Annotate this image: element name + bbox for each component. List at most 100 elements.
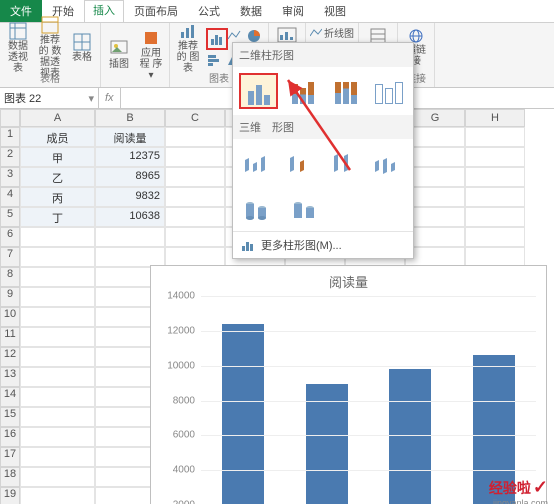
sparkline-line[interactable]: 折线图 — [310, 25, 354, 40]
cell[interactable] — [165, 227, 225, 247]
cell[interactable] — [20, 227, 95, 247]
100stacked-column-3d[interactable] — [326, 145, 364, 179]
cylinder-3d[interactable] — [239, 191, 279, 225]
cell[interactable] — [405, 207, 465, 227]
cell[interactable] — [165, 147, 225, 167]
cell[interactable] — [20, 407, 95, 427]
cell[interactable] — [405, 167, 465, 187]
cell[interactable]: 丙 — [20, 187, 95, 207]
cell[interactable] — [20, 447, 95, 467]
cell[interactable] — [465, 227, 525, 247]
row-header[interactable]: 9 — [0, 287, 20, 307]
row-header[interactable]: 1 — [0, 127, 20, 147]
cell[interactable] — [465, 207, 525, 227]
row-header[interactable]: 6 — [0, 227, 20, 247]
100stacked-column-2d[interactable] — [327, 73, 364, 107]
cell[interactable] — [20, 427, 95, 447]
cell[interactable] — [20, 487, 95, 504]
row-header[interactable]: 8 — [0, 267, 20, 287]
column-3d[interactable] — [370, 145, 408, 179]
row-header[interactable]: 14 — [0, 387, 20, 407]
row-header[interactable]: 16 — [0, 427, 20, 447]
cell[interactable]: 阅读量 — [95, 127, 165, 147]
illustrations-button[interactable]: 插图 — [105, 35, 133, 75]
cell[interactable]: 12375 — [95, 147, 165, 167]
cell[interactable] — [405, 187, 465, 207]
cell[interactable] — [405, 227, 465, 247]
cell[interactable] — [165, 127, 225, 147]
cell[interactable] — [465, 127, 525, 147]
cell[interactable] — [20, 327, 95, 347]
box-column-2d[interactable] — [370, 73, 407, 107]
row-header[interactable]: 11 — [0, 327, 20, 347]
pivot-table-button[interactable]: 数据 透视表 — [4, 28, 32, 68]
cone-3d[interactable] — [285, 191, 325, 225]
tab-file[interactable]: 文件 — [0, 0, 42, 22]
tab-review[interactable]: 审阅 — [272, 0, 314, 22]
more-column-charts[interactable]: 更多柱形图(M)... — [233, 231, 413, 258]
tab-view[interactable]: 视图 — [314, 0, 356, 22]
cell[interactable]: 乙 — [20, 167, 95, 187]
col-header[interactable]: A — [20, 109, 95, 127]
cell[interactable] — [20, 307, 95, 327]
row-header[interactable]: 12 — [0, 347, 20, 367]
cell[interactable]: 10638 — [95, 207, 165, 227]
cell[interactable] — [20, 267, 95, 287]
row-header[interactable]: 18 — [0, 467, 20, 487]
clustered-column-3d[interactable] — [239, 145, 277, 179]
cell[interactable]: 甲 — [20, 147, 95, 167]
cell[interactable]: 9832 — [95, 187, 165, 207]
row-header[interactable]: 10 — [0, 307, 20, 327]
cell[interactable] — [165, 187, 225, 207]
cell[interactable] — [405, 127, 465, 147]
cell[interactable] — [95, 247, 165, 267]
col-header[interactable]: C — [165, 109, 225, 127]
row-header[interactable]: 15 — [0, 407, 20, 427]
cell[interactable]: 成员 — [20, 127, 95, 147]
addins-button[interactable]: 应用程 序 ▾ — [137, 35, 165, 75]
cell[interactable] — [95, 227, 165, 247]
bar-chart-icon[interactable] — [206, 52, 222, 68]
cell[interactable] — [20, 367, 95, 387]
tab-insert[interactable]: 插入 — [84, 0, 124, 22]
cell[interactable] — [465, 147, 525, 167]
cell[interactable] — [20, 347, 95, 367]
row-header[interactable]: 19 — [0, 487, 20, 504]
embedded-chart[interactable]: 阅读量 02000400060008000100001200014000 甲乙丙… — [150, 265, 547, 504]
col-header[interactable]: H — [465, 109, 525, 127]
stacked-column-2d[interactable] — [284, 73, 321, 107]
tab-data[interactable]: 数据 — [230, 0, 272, 22]
row-header[interactable]: 7 — [0, 247, 20, 267]
table-button[interactable]: 表格 — [68, 28, 96, 68]
cell[interactable] — [405, 247, 465, 267]
cell[interactable] — [405, 147, 465, 167]
clustered-column-2d[interactable] — [239, 73, 278, 109]
cell[interactable]: 8965 — [95, 167, 165, 187]
col-header[interactable]: B — [95, 109, 165, 127]
col-header[interactable] — [0, 109, 20, 127]
cell[interactable] — [465, 247, 525, 267]
chart-bar[interactable] — [306, 384, 348, 504]
row-header[interactable]: 17 — [0, 447, 20, 467]
row-header[interactable]: 5 — [0, 207, 20, 227]
row-header[interactable]: 13 — [0, 367, 20, 387]
row-header[interactable]: 2 — [0, 147, 20, 167]
cell[interactable] — [165, 167, 225, 187]
recommended-pivot-button[interactable]: 推荐的 数据透视表 — [36, 28, 64, 68]
stacked-column-3d[interactable] — [283, 145, 321, 179]
recommended-charts-button[interactable]: 推荐的 图表 — [174, 28, 202, 68]
tab-formula[interactable]: 公式 — [188, 0, 230, 22]
name-box[interactable]: 图表 22▾ — [0, 88, 99, 108]
chart-bar[interactable] — [222, 324, 264, 504]
cell[interactable] — [165, 247, 225, 267]
column-chart-icon[interactable] — [206, 28, 228, 50]
cell[interactable] — [20, 467, 95, 487]
cell[interactable] — [465, 167, 525, 187]
tab-layout[interactable]: 页面布局 — [124, 0, 188, 22]
cell[interactable] — [20, 287, 95, 307]
cell[interactable] — [20, 387, 95, 407]
cell[interactable] — [20, 247, 95, 267]
row-header[interactable]: 3 — [0, 167, 20, 187]
cell[interactable] — [165, 207, 225, 227]
row-header[interactable]: 4 — [0, 187, 20, 207]
